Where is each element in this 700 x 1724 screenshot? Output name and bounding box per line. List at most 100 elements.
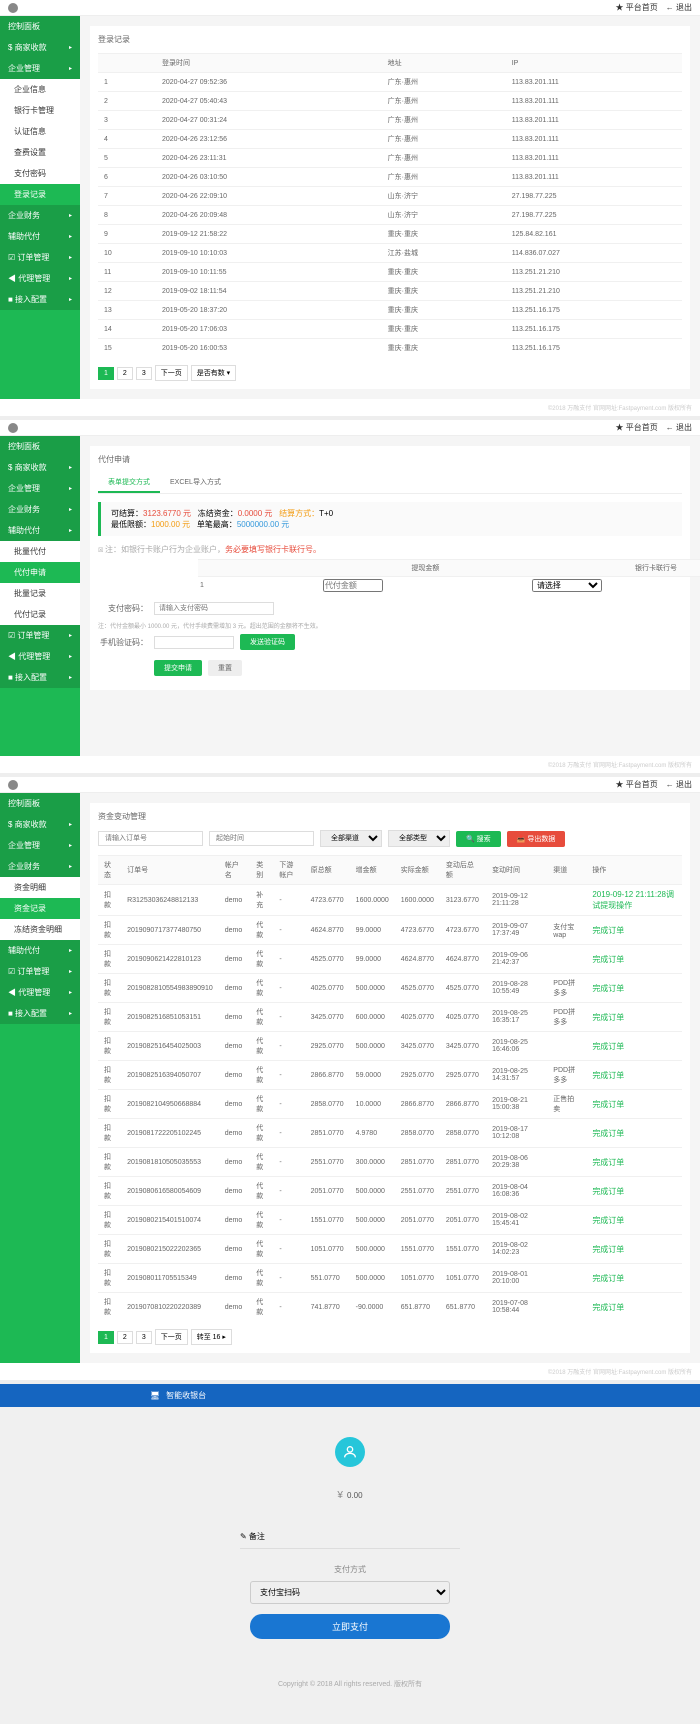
sidebar-item[interactable]: 企业财务▸ (0, 499, 80, 520)
bank-select[interactable]: 请选择 (532, 579, 602, 592)
logout-link[interactable]: ← 退出 (666, 2, 692, 13)
sidebar-item[interactable]: 企业管理▸ (0, 58, 80, 79)
page-size[interactable]: 转至 16 ▸ (191, 1329, 232, 1345)
date-filter[interactable] (209, 831, 314, 846)
code-label: 手机验证码： (98, 637, 148, 648)
page-button[interactable]: 3 (136, 367, 152, 380)
sidebar-item[interactable]: ☑ 订单管理▸ (0, 961, 80, 982)
code-input[interactable] (154, 636, 234, 649)
action-link[interactable]: 2019-09-12 21:11:28调试提现操作 (592, 890, 674, 910)
payment-method-select[interactable]: 支付宝扫码 (250, 1581, 450, 1604)
action-link[interactable]: 完成订单 (592, 1129, 624, 1138)
type-filter[interactable]: 全部类型 (388, 830, 450, 847)
sidebar-item[interactable]: 企业管理▸ (0, 835, 80, 856)
sidebar-item[interactable]: 支付密码 (0, 163, 80, 184)
action-link[interactable]: 完成订单 (592, 1042, 624, 1051)
sidebar-item[interactable]: 控制面板 (0, 436, 80, 457)
sidebar-item[interactable]: 辅助代付▸ (0, 520, 80, 541)
sidebar-item[interactable]: ☑ 订单管理▸ (0, 625, 80, 646)
action-link[interactable]: 完成订单 (592, 1013, 624, 1022)
logout-link[interactable]: ← 退出 (666, 779, 692, 790)
sidebar-item[interactable]: 资金记录 (0, 898, 80, 919)
sidebar-item[interactable]: ◀ 代理管理▸ (0, 646, 80, 667)
sidebar-item[interactable]: ☑ 订单管理▸ (0, 247, 80, 268)
page-button[interactable]: 2 (117, 367, 133, 380)
password-input[interactable] (154, 602, 274, 615)
remark-field[interactable]: ✎ 备注 (240, 1525, 460, 1549)
pay-now-button[interactable]: 立即支付 (250, 1614, 450, 1639)
order-filter[interactable] (98, 831, 203, 846)
sidebar-item[interactable]: 查费设置 (0, 142, 80, 163)
sidebar-item[interactable]: 控制面板 (0, 16, 80, 37)
amount-input[interactable] (323, 579, 383, 592)
send-code-button[interactable]: 发送验证码 (240, 634, 295, 650)
table-row: 扣款2019082516394050707demo代款-2866.877059.… (98, 1061, 682, 1090)
sidebar-item[interactable]: 认证信息 (0, 121, 80, 142)
sidebar-item[interactable]: ■ 接入配置▸ (0, 667, 80, 688)
table-row: 32020-04-27 00:31:24广东·惠州113.83.201.111 (98, 111, 682, 130)
action-link[interactable]: 完成订单 (592, 1187, 624, 1196)
sidebar-item[interactable]: $ 商家收款▸ (0, 814, 80, 835)
table-row: 扣款2019082516851053151demo代款-3425.0770600… (98, 1003, 682, 1032)
table-row: 扣款2019090621422810123demo代款-4525.077099.… (98, 945, 682, 974)
table-row: 22020-04-27 05:40:43广东·惠州113.83.201.111 (98, 92, 682, 111)
sidebar-item[interactable]: ◀ 代理管理▸ (0, 982, 80, 1003)
table-row: 142019-05-20 17:06:03重庆·重庆113.251.16.175 (98, 320, 682, 339)
page-button[interactable]: 1 (98, 367, 114, 380)
sidebar-item[interactable]: $ 商家收款▸ (0, 37, 80, 58)
action-link[interactable]: 完成订单 (592, 926, 624, 935)
action-link[interactable]: 完成订单 (592, 1100, 624, 1109)
sidebar-item[interactable]: 企业财务▸ (0, 856, 80, 877)
page-button[interactable]: 3 (136, 1331, 152, 1344)
page-title: 资金变动管理 (98, 811, 682, 822)
balance-info: 可结算：3123.6770 元 冻结资金：0.0000 元 结算方式：T+0 最… (98, 502, 682, 536)
sidebar-item[interactable]: 冻结资金明细 (0, 919, 80, 940)
sidebar-item[interactable]: ◀ 代理管理▸ (0, 268, 80, 289)
sidebar-item[interactable]: 资金明细 (0, 877, 80, 898)
page-button[interactable]: 2 (117, 1331, 133, 1344)
home-link[interactable]: ★ 平台首页 (616, 2, 658, 13)
channel-filter[interactable]: 全部渠道 (320, 830, 382, 847)
table-row: 扣款2019080616580054609demo代款-2051.0770500… (98, 1177, 682, 1206)
sidebar-item[interactable]: 辅助代付▸ (0, 940, 80, 961)
action-link[interactable]: 完成订单 (592, 984, 624, 993)
table-row: 扣款2019081810505035553demo代款-2551.0770300… (98, 1148, 682, 1177)
tab-form[interactable]: 表单提交方式 (98, 473, 160, 493)
reset-button[interactable]: 重置 (208, 660, 242, 676)
action-link[interactable]: 完成订单 (592, 1303, 624, 1312)
table-row: 扣款R31253036248812133demo补充-4723.67701600… (98, 885, 682, 916)
tab-excel[interactable]: EXCEL导入方式 (160, 473, 231, 493)
export-button[interactable]: 📥 导出数据 (507, 831, 566, 847)
sidebar-item[interactable]: 代付申请 (0, 562, 80, 583)
home-link[interactable]: ★ 平台首页 (616, 422, 658, 433)
page-button[interactable]: 下一页 (155, 365, 188, 381)
logout-link[interactable]: ← 退出 (666, 422, 692, 433)
sidebar-item[interactable]: 批量记录 (0, 583, 80, 604)
action-link[interactable]: 完成订单 (592, 1158, 624, 1167)
sidebar-item[interactable]: 企业财务▸ (0, 205, 80, 226)
sidebar-item[interactable]: 登录记录 (0, 184, 80, 205)
action-link[interactable]: 完成订单 (592, 1071, 624, 1080)
sidebar-item[interactable]: $ 商家收款▸ (0, 457, 80, 478)
action-link[interactable]: 完成订单 (592, 1216, 624, 1225)
action-link[interactable]: 完成订单 (592, 955, 624, 964)
table-row: 102019-09-10 10:10:03江苏·盐城114.836.07.027 (98, 244, 682, 263)
sidebar-item[interactable]: 代付记录 (0, 604, 80, 625)
home-link[interactable]: ★ 平台首页 (616, 779, 658, 790)
action-link[interactable]: 完成订单 (592, 1274, 624, 1283)
sidebar-item[interactable]: 批量代付 (0, 541, 80, 562)
sidebar-item[interactable]: 银行卡管理 (0, 100, 80, 121)
sidebar-item[interactable]: ■ 接入配置▸ (0, 1003, 80, 1024)
sidebar-item[interactable]: 控制面板 (0, 793, 80, 814)
page-button[interactable]: 下一页 (155, 1329, 188, 1345)
action-link[interactable]: 完成订单 (592, 1245, 624, 1254)
sidebar-item[interactable]: 辅助代付▸ (0, 226, 80, 247)
sidebar-item[interactable]: ■ 接入配置▸ (0, 289, 80, 310)
sidebar-item[interactable]: 企业信息 (0, 79, 80, 100)
page-size[interactable]: 是否有数 ▾ (191, 365, 236, 381)
page-button[interactable]: 1 (98, 1331, 114, 1344)
search-button[interactable]: 🔍 搜索 (456, 831, 501, 847)
submit-button[interactable]: 提交申请 (154, 660, 202, 676)
sidebar-item[interactable]: 企业管理▸ (0, 478, 80, 499)
page-title: 登录记录 (98, 34, 682, 45)
